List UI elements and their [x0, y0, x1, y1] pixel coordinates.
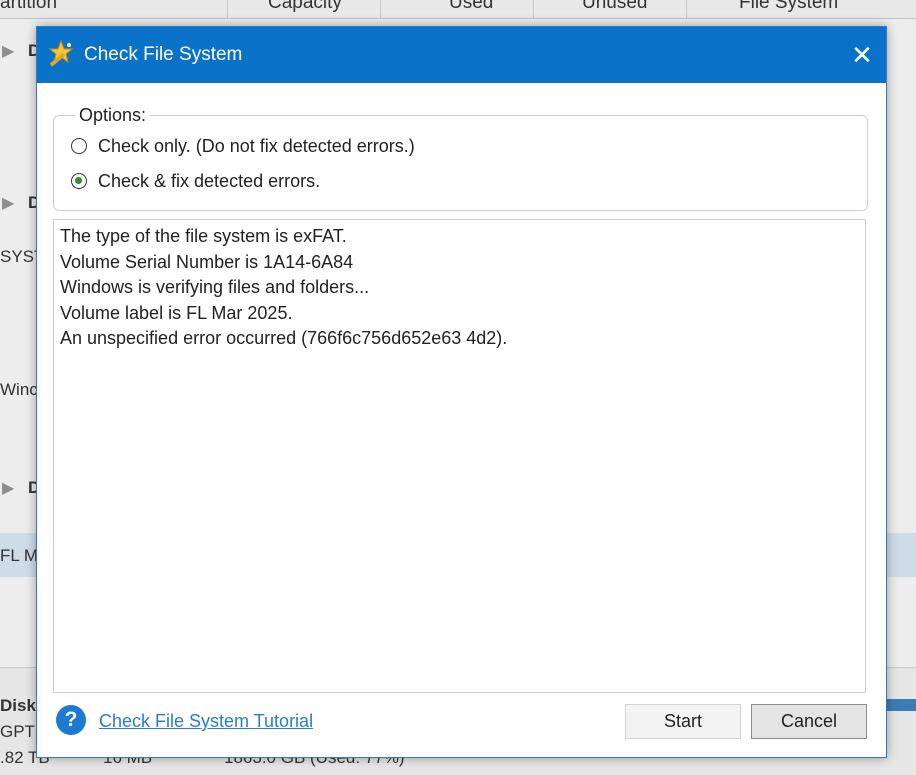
column-separator: [380, 0, 381, 18]
disk-map-title: Disk: [0, 696, 36, 715]
dialog-title: Check File System: [84, 44, 243, 65]
log-line: An unspecified error occurred (766f6c756…: [60, 328, 508, 348]
close-icon: ✕: [851, 39, 873, 70]
check-and-fix-option[interactable]: Check & fix detected errors.: [71, 169, 320, 193]
dialog-titlebar[interactable]: Check File System ✕: [37, 27, 886, 83]
options-legend: Options:: [75, 105, 151, 126]
check-log-output[interactable]: The type of the file system is exFAT. Vo…: [53, 219, 866, 693]
column-separator: [227, 0, 228, 18]
column-separator: [686, 0, 687, 18]
cancel-button[interactable]: Cancel: [751, 704, 867, 739]
disk-usage-bar: [884, 699, 916, 711]
column-file-system[interactable]: File System: [739, 0, 838, 14]
question-mark-icon[interactable]: ?: [56, 705, 86, 735]
log-line: Volume Serial Number is 1A14-6A84: [60, 251, 354, 272]
partition-row-label: FL M: [0, 546, 39, 565]
wand-icon: [48, 39, 74, 67]
check-and-fix-radio[interactable]: [71, 173, 87, 189]
tutorial-link[interactable]: Check File System Tutorial: [99, 711, 313, 732]
column-used[interactable]: Used: [449, 0, 493, 14]
log-line: The type of the file system is exFAT.: [60, 226, 347, 246]
disk-arrow-icon: ▶: [2, 43, 15, 60]
log-line: Volume label is FL Mar 2025.: [60, 302, 293, 323]
column-unused[interactable]: Unused: [582, 0, 648, 14]
close-button[interactable]: ✕: [838, 27, 886, 83]
disk-map-type: GPT: [0, 722, 35, 741]
disk-arrow-icon: ▶: [2, 195, 15, 212]
column-partition[interactable]: artition: [0, 0, 57, 14]
partition-table-header: artition Capacity Used Unused File Syste…: [0, 0, 916, 19]
check-only-radio[interactable]: [71, 138, 87, 154]
options-group: Options: Check only. (Do not fix detecte…: [53, 105, 868, 211]
disk-arrow-icon: ▶: [2, 480, 15, 497]
log-line: Windows is verifying files and folders..…: [60, 277, 370, 297]
column-capacity[interactable]: Capacity: [268, 0, 342, 14]
check-file-system-dialog: Check File System ✕ Options: Check only.…: [36, 26, 887, 758]
check-only-option[interactable]: Check only. (Do not fix detected errors.…: [71, 134, 415, 158]
check-and-fix-label[interactable]: Check & fix detected errors.: [98, 171, 320, 192]
column-separator: [533, 0, 534, 18]
start-button[interactable]: Start: [625, 704, 741, 739]
partition-row-label[interactable]: Winc: [0, 380, 38, 400]
check-only-label[interactable]: Check only. (Do not fix detected errors.…: [98, 136, 415, 157]
